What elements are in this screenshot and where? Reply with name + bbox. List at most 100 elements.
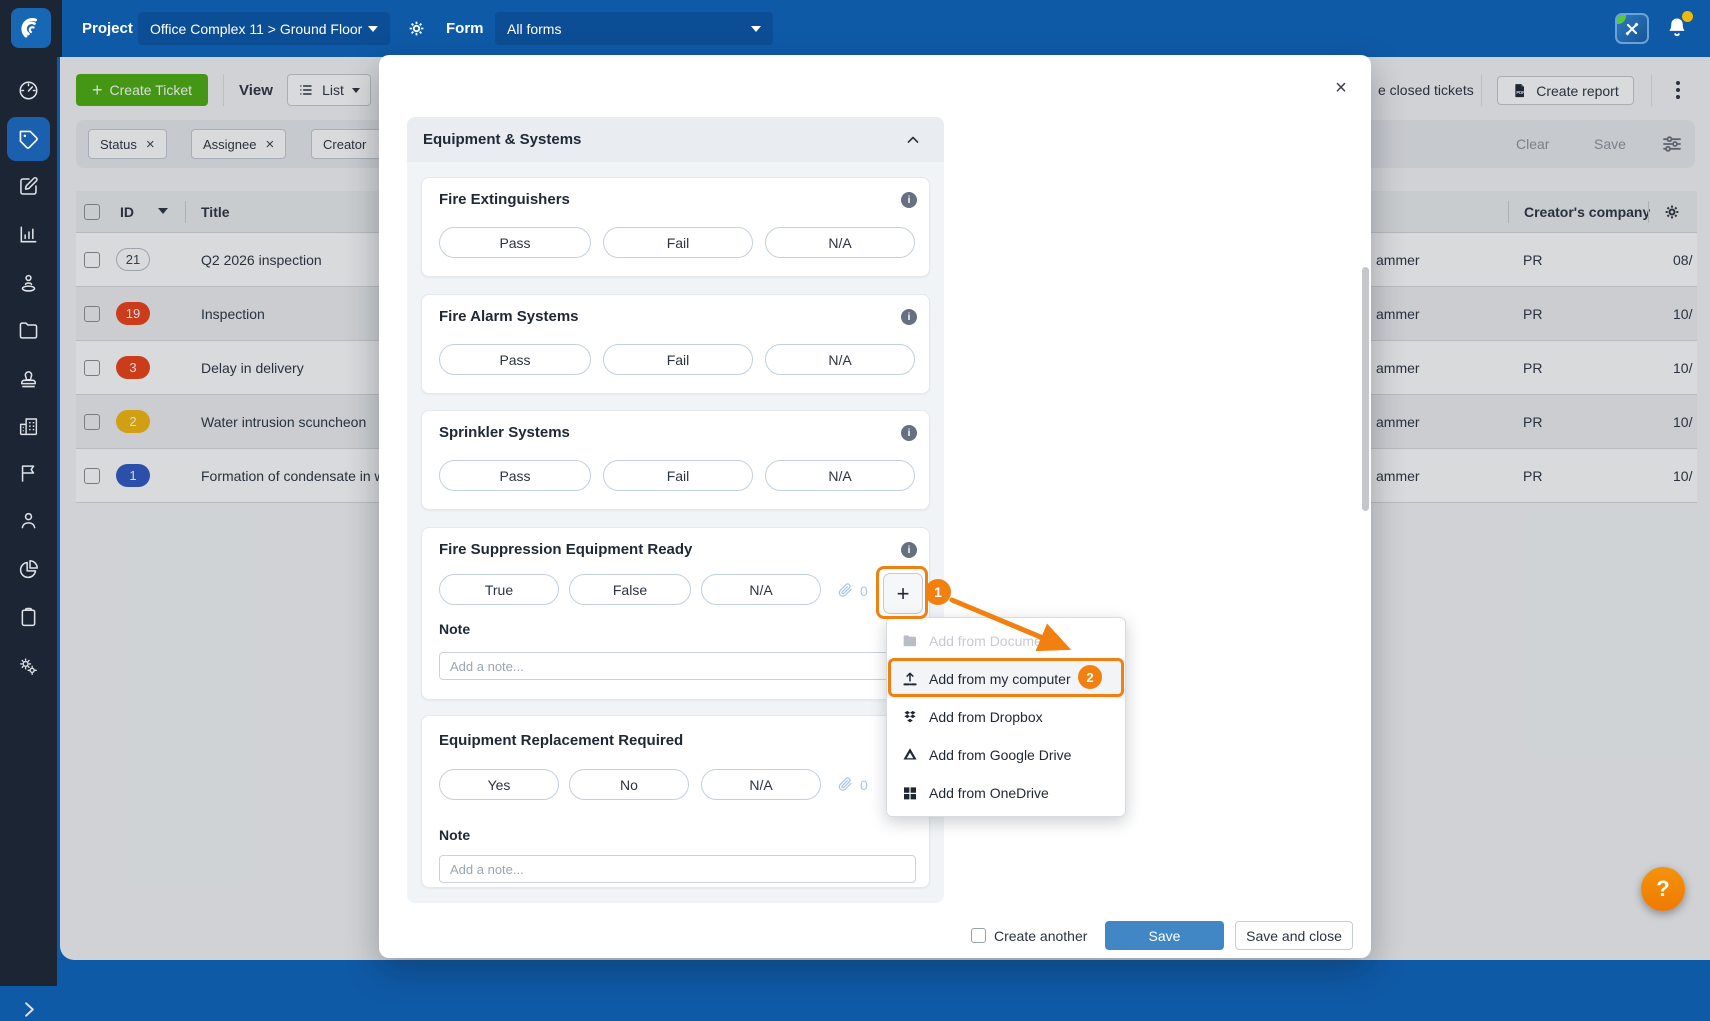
apps-switcher-button[interactable] <box>1615 13 1649 44</box>
option-no[interactable]: No <box>569 769 689 800</box>
field-label: Fire Extinguishers <box>439 191 570 208</box>
sidebar-item-files[interactable] <box>17 319 40 342</box>
field-label: Fire Suppression Equipment Ready <box>439 541 692 558</box>
sidebar-item-flags[interactable] <box>17 462 40 485</box>
help-button[interactable]: ? <box>1641 867 1685 911</box>
paperclip-icon <box>836 581 854 599</box>
sidebar-item-settings[interactable] <box>17 655 40 678</box>
save-and-close-button[interactable]: Save and close <box>1235 921 1353 950</box>
option-true[interactable]: True <box>439 574 559 605</box>
option-na[interactable]: N/A <box>765 227 915 258</box>
option-fail[interactable]: Fail <box>603 344 753 375</box>
attachment-count: 0 <box>860 777 868 793</box>
field-label: Equipment Replacement Required <box>439 732 683 749</box>
option-na[interactable]: N/A <box>701 769 821 800</box>
field-label: Sprinkler Systems <box>439 424 570 441</box>
field-card-fire-extinguishers: Fire Extinguishers i Pass Fail N/A <box>421 177 930 277</box>
note-input[interactable] <box>439 855 916 883</box>
dashboard-gauge-icon <box>17 79 40 102</box>
option-pass[interactable]: Pass <box>439 460 591 491</box>
option-yes[interactable]: Yes <box>439 769 559 800</box>
menu-item-label: Add from my computer <box>929 671 1071 687</box>
option-fail[interactable]: Fail <box>603 460 753 491</box>
chevron-up-icon[interactable] <box>903 130 923 150</box>
annotation-step-2: 2 <box>1078 665 1102 689</box>
add-attachment-button[interactable]: + <box>883 573 923 614</box>
section-title: Equipment & Systems <box>423 131 581 148</box>
person-pin-icon <box>17 271 40 294</box>
stamp-icon <box>17 367 40 390</box>
menu-item-add-from-google-drive[interactable]: Add from Google Drive <box>887 736 1125 774</box>
menu-item-label: Add from OneDrive <box>929 785 1049 801</box>
form-selector[interactable]: All forms <box>495 12 773 45</box>
menu-item-add-from-dropbox[interactable]: Add from Dropbox <box>887 698 1125 736</box>
sidebar-item-tags[interactable] <box>17 128 40 151</box>
field-card-fire-suppression: Fire Suppression Equipment Ready i True … <box>421 527 930 700</box>
sidebar-item-forms[interactable] <box>17 175 40 198</box>
info-icon[interactable]: i <box>901 542 917 558</box>
option-na[interactable]: N/A <box>765 460 915 491</box>
menu-item-add-from-onedrive[interactable]: Add from OneDrive <box>887 774 1125 812</box>
form-selector-value: All forms <box>507 21 561 37</box>
modal-close-button[interactable]: × <box>1328 75 1354 101</box>
sidebar-item-people-location[interactable] <box>17 271 40 294</box>
folder-icon <box>17 319 40 342</box>
sidebar-item-reports[interactable] <box>17 223 40 246</box>
option-na[interactable]: N/A <box>765 344 915 375</box>
section-header[interactable]: Equipment & Systems <box>407 117 944 162</box>
notification-badge <box>1682 11 1693 22</box>
note-label: Note <box>439 621 470 637</box>
app-x-icon <box>1623 20 1641 38</box>
chevron-down-icon <box>368 26 378 32</box>
pie-chart-icon <box>17 558 40 581</box>
paperclip-icon <box>836 775 854 793</box>
gears-icon <box>17 655 40 678</box>
sidebar-item-account[interactable] <box>17 509 40 532</box>
sidebar-item-stamp[interactable] <box>17 367 40 390</box>
save-button[interactable]: Save <box>1105 921 1224 950</box>
option-na[interactable]: N/A <box>701 574 821 605</box>
info-icon[interactable]: i <box>901 192 917 208</box>
chart-icon <box>17 223 40 246</box>
windows-icon <box>901 784 919 802</box>
project-selector-value: Office Complex 11 > Ground Floor <box>150 21 362 37</box>
option-false[interactable]: False <box>569 574 691 605</box>
gear-icon <box>406 18 427 39</box>
sidebar-item-companies[interactable] <box>17 415 40 438</box>
sidebar-item-analytics[interactable] <box>17 558 40 581</box>
menu-item-label: Add from Dropbox <box>929 709 1043 725</box>
folder-icon <box>901 632 919 650</box>
note-label: Note <box>439 827 470 843</box>
field-card-equipment-replacement: Equipment Replacement Required i Yes No … <box>421 715 930 888</box>
project-label: Project <box>82 0 133 57</box>
option-pass[interactable]: Pass <box>439 344 591 375</box>
logo-area <box>0 0 62 57</box>
dropbox-icon <box>901 708 919 726</box>
project-settings-button[interactable] <box>406 0 427 57</box>
option-pass[interactable]: Pass <box>439 227 591 258</box>
project-selector[interactable]: Office Complex 11 > Ground Floor <box>138 12 390 45</box>
form-edit-icon <box>17 175 40 198</box>
create-another-checkbox[interactable] <box>971 928 986 943</box>
create-another-label: Create another <box>994 921 1087 950</box>
info-icon[interactable]: i <box>901 425 917 441</box>
modal-scrollbar[interactable] <box>1362 267 1369 511</box>
field-label: Fire Alarm Systems <box>439 308 579 325</box>
create-ticket-modal: × Equipment & Systems Fire Extinguishers… <box>379 55 1371 958</box>
sidebar-item-dashboard[interactable] <box>17 79 40 102</box>
form-label: Form <box>446 0 484 57</box>
sidebar-expand-button[interactable] <box>17 998 40 1021</box>
field-card-fire-alarm-systems: Fire Alarm Systems i Pass Fail N/A <box>421 294 930 394</box>
google-drive-icon <box>901 746 919 764</box>
app-logo[interactable] <box>11 8 51 48</box>
tag-icon <box>17 128 40 151</box>
menu-item-label: Add from Google Drive <box>929 747 1071 763</box>
option-fail[interactable]: Fail <box>603 227 753 258</box>
person-icon <box>17 509 40 532</box>
note-input[interactable] <box>439 652 916 680</box>
sidebar-item-tasks[interactable] <box>17 606 40 629</box>
info-icon[interactable]: i <box>901 309 917 325</box>
buildings-icon <box>17 415 40 438</box>
attachment-count: 0 <box>860 583 868 599</box>
form-section: Equipment & Systems Fire Extinguishers i… <box>407 117 944 903</box>
